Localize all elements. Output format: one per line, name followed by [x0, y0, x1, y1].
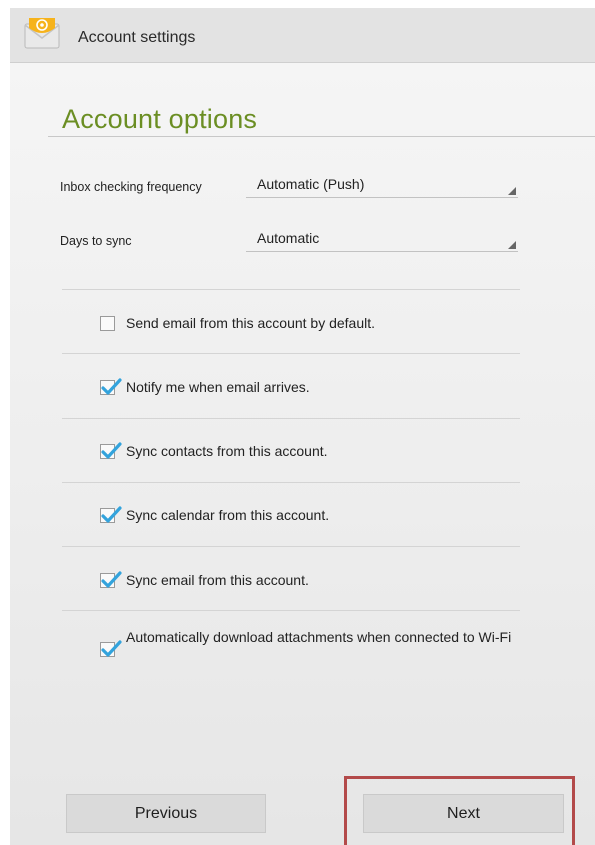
option-label: Sync calendar from this account.: [126, 507, 330, 523]
days-to-sync-spinner[interactable]: Automatic: [246, 226, 518, 252]
option-label: Sync email from this account.: [126, 572, 309, 588]
days-to-sync-label: Days to sync: [60, 234, 132, 248]
inbox-frequency-value: Automatic (Push): [257, 176, 365, 192]
option-label: Automatically download attachments when …: [126, 629, 512, 645]
divider: [62, 289, 520, 290]
checkbox-checked-icon[interactable]: [100, 378, 122, 395]
option-label: Send email from this account by default.: [126, 315, 376, 331]
checkbox-unchecked-icon[interactable]: [100, 316, 115, 331]
title-divider: [48, 136, 595, 137]
inbox-frequency-spinner[interactable]: Automatic (Push): [246, 172, 518, 198]
option-label: Notify me when email arrives.: [126, 379, 310, 395]
email-app-icon[interactable]: [24, 16, 60, 50]
inbox-frequency-label: Inbox checking frequency: [60, 180, 202, 194]
dropdown-arrow-icon: [508, 241, 516, 249]
days-to-sync-value: Automatic: [257, 230, 320, 246]
divider: [62, 418, 520, 419]
divider: [62, 353, 520, 354]
checkbox-checked-icon[interactable]: [100, 640, 122, 657]
divider: [62, 482, 520, 483]
checkbox-checked-icon[interactable]: [100, 571, 122, 588]
option-label: Sync contacts from this account.: [126, 443, 328, 459]
section-title: Account options: [62, 104, 258, 134]
action-bar: Account settings: [10, 8, 595, 63]
next-button[interactable]: Next: [363, 794, 564, 833]
dropdown-arrow-icon: [508, 187, 516, 195]
action-bar-title: Account settings: [78, 29, 196, 46]
checkbox-checked-icon[interactable]: [100, 442, 122, 459]
divider: [62, 610, 520, 611]
divider: [62, 546, 520, 547]
checkbox-checked-icon[interactable]: [100, 506, 122, 523]
previous-button[interactable]: Previous: [66, 794, 266, 833]
screen: Account settings Account options Inbox c…: [10, 8, 595, 845]
